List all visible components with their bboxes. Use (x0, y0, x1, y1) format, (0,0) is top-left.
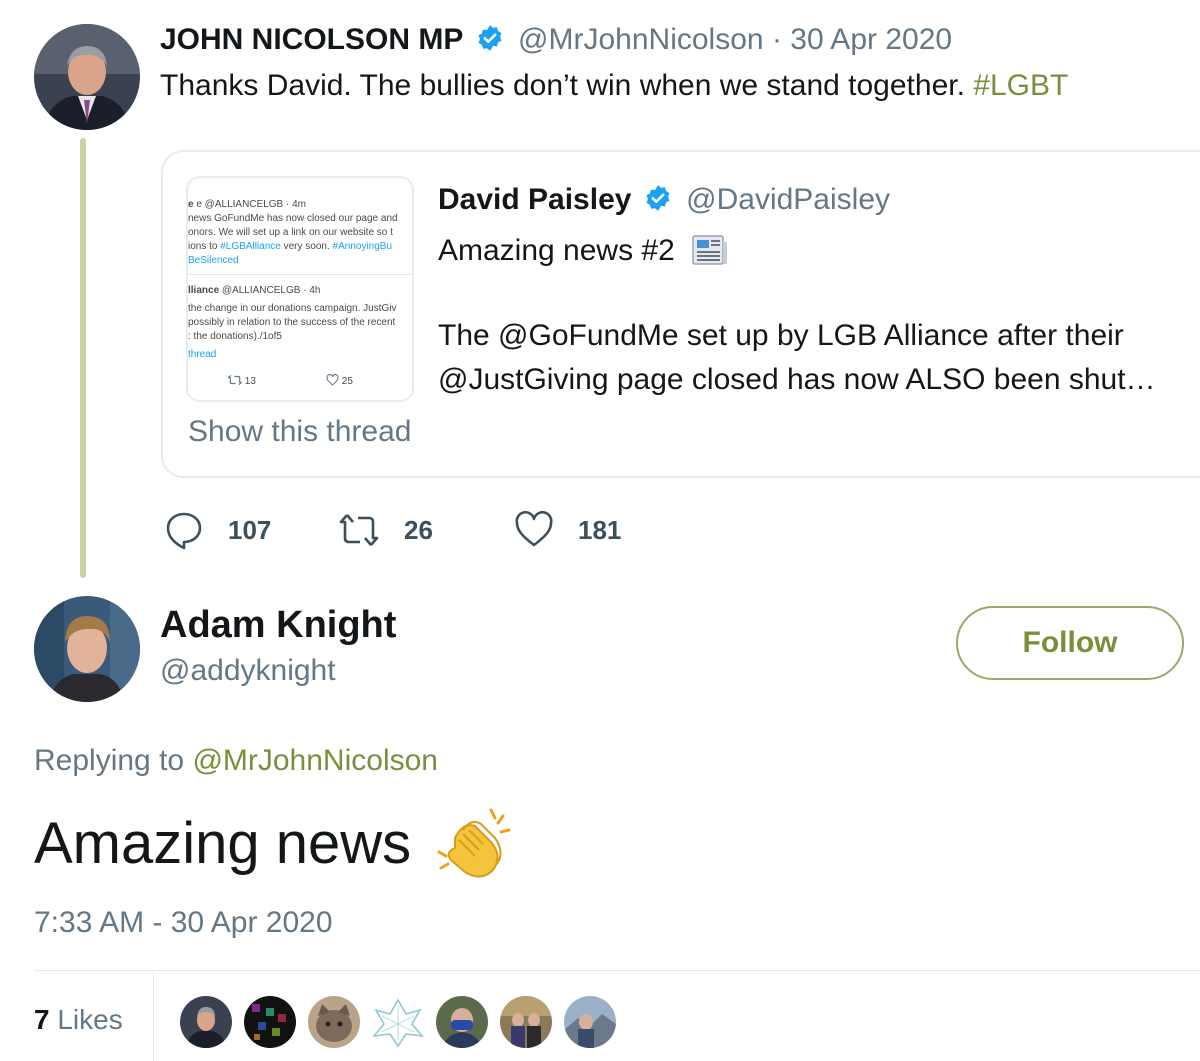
like-action[interactable]: 181 (514, 508, 621, 552)
replying-to: Replying to @MrJohnNicolson (34, 742, 438, 780)
clapping-hands-icon (437, 808, 511, 878)
thumb-header-b-name: lliance (188, 285, 220, 296)
adam-knight-avatar[interactable] (34, 596, 140, 702)
likes-count: 7 (34, 1004, 50, 1035)
verified-badge-icon (478, 25, 502, 51)
verified-badge-icon (646, 185, 670, 211)
tweet-header: JOHN NICOLSON MP @MrJohnNicolson · 30 Ap… (160, 20, 952, 60)
tweet-date[interactable]: · 30 Apr 2020 (772, 23, 952, 56)
thumb-line: BeSilenced (188, 255, 239, 266)
quoted-tweet-header: David Paisley @DavidPaisley (438, 180, 890, 220)
reply-icon (166, 512, 202, 550)
thumb-header-a: e @ALLIANCELGB · 4m (196, 199, 306, 210)
reply-count: 107 (228, 514, 272, 545)
reply-text: Amazing news (34, 811, 412, 876)
thumb-line: onors. We will set up a link on our webs… (188, 227, 393, 238)
follow-button[interactable]: Follow (956, 606, 1184, 680)
heart-icon (515, 511, 553, 547)
liker-avatar[interactable] (564, 996, 616, 1048)
newspaper-icon (692, 235, 728, 265)
liker-avatar[interactable] (244, 996, 296, 1048)
thumb-retweet: 13 (227, 374, 256, 389)
thumb-line: ions to #LGBAlliance very soon. #Annoyin… (188, 241, 393, 252)
author-handle[interactable]: @MrJohnNicolson (518, 23, 764, 56)
quoted-author-handle[interactable]: @DavidPaisley (686, 183, 890, 216)
quoted-text-line3: @JustGiving page closed has now ALSO bee… (438, 363, 1156, 396)
reply-action[interactable]: 107 (164, 508, 271, 552)
quoted-tweet-line: Amazing news #2 (438, 230, 729, 271)
thread-connector-line (80, 138, 86, 578)
show-thread-link[interactable]: Show this thread (188, 412, 411, 452)
thumb-header-b: @ALLIANCELGB · 4h (219, 285, 321, 296)
thumb-line: possibly in relation to the success of t… (188, 317, 396, 328)
retweet-icon (339, 514, 379, 546)
reply-author-handle[interactable]: @addyknight (160, 652, 336, 690)
divider (34, 970, 1200, 971)
tweet-body: Thanks David. The bullies don’t win when… (160, 69, 965, 102)
liker-avatar[interactable] (500, 996, 552, 1048)
quoted-text-line2: The @GoFundMe set up by LGB Alliance aft… (438, 319, 1124, 352)
heart-icon (326, 373, 339, 386)
thumb-line: thread (188, 349, 217, 360)
quoted-text-line1: Amazing news #2 (438, 234, 675, 267)
author-name[interactable]: JOHN NICOLSON MP (160, 23, 463, 56)
thumb-line: news GoFundMe has now closed our page an… (188, 213, 398, 224)
hashtag-link[interactable]: #LGBT (973, 69, 1068, 102)
liker-avatar[interactable] (308, 996, 360, 1048)
thumb-like: 25 (326, 373, 353, 389)
thumb-divider (188, 274, 412, 275)
retweet-count: 26 (404, 514, 433, 545)
liker-avatar[interactable] (436, 996, 488, 1048)
replying-handle-link[interactable]: @MrJohnNicolson (192, 744, 438, 777)
john-nicolson-avatar[interactable] (34, 24, 140, 130)
liker-avatar-logo[interactable] (372, 996, 424, 1048)
like-count: 181 (578, 514, 622, 545)
likes-summary[interactable]: 7 Likes (34, 1002, 123, 1038)
thumb-line: the change in our donations campaign. Ju… (188, 303, 397, 314)
quoted-author-name[interactable]: David Paisley (438, 183, 631, 216)
tweet-text: Thanks David. The bullies don’t win when… (160, 66, 1068, 106)
divider-vertical (153, 972, 154, 1061)
quoted-tweet-thumbnail[interactable]: e e @ALLIANCELGB · 4m news GoFundMe has … (186, 176, 414, 402)
reply-tweet-text: Amazing news (34, 806, 513, 882)
reply-timestamp[interactable]: 7:33 AM - 30 Apr 2020 (34, 904, 333, 942)
retweet-icon (227, 374, 243, 386)
liker-avatar[interactable] (180, 996, 232, 1048)
likes-label: Likes (57, 1004, 123, 1035)
thumb-line: : the donations)./1of5 (188, 331, 282, 342)
retweet-action[interactable]: 26 (338, 508, 433, 552)
replying-prefix: Replying to (34, 744, 185, 777)
reply-author-name[interactable]: Adam Knight (160, 602, 396, 648)
